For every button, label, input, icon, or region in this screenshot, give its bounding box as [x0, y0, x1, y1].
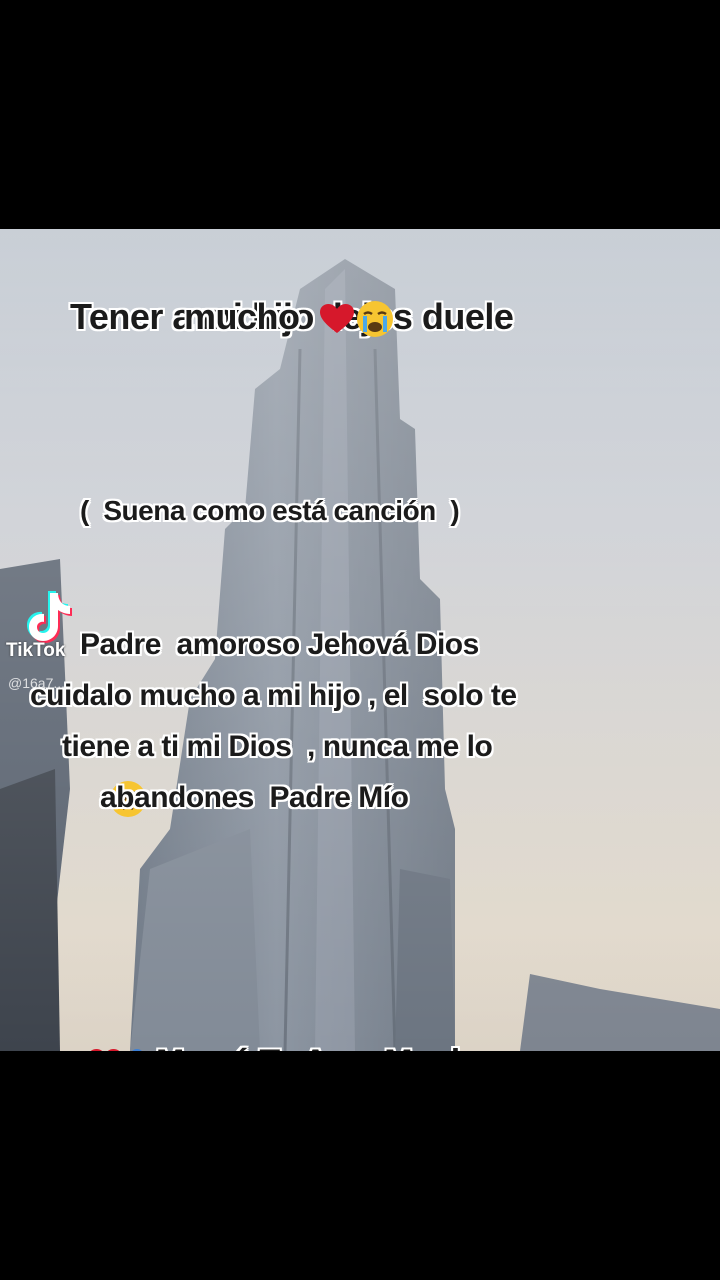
- prayer-line-1: Padre amoroso Jehová Dios: [80, 628, 479, 661]
- crying-face-icon: [356, 301, 393, 338]
- prayer-line-4-text: abandones Padre Mío: [100, 781, 409, 814]
- caption-song-note: ( Suena como está canción ): [0, 451, 720, 571]
- prayer-line-3: tiene a ti mi Dios , nunca me lo: [62, 730, 493, 763]
- caption-closing: Mamá Te Ama Mucho: [0, 987, 720, 1051]
- red-heart-icon: [319, 304, 354, 334]
- video-frame: TikTok @16a7... Tener a mi hijo lejos du…: [0, 229, 720, 1051]
- caption-title-line2-text: mucho: [184, 296, 300, 337]
- caption-title-line2: mucho: [184, 289, 395, 345]
- song-note-text: ( Suena como está canción ): [80, 495, 460, 526]
- caption-prayer: Padre amoroso Jehová Dios cuidalo mucho …: [0, 619, 720, 925]
- closing-line: Mamá Te Ama Mucho: [78, 1037, 492, 1051]
- caption-title: Tener a mi hijo lejos duele mucho: [0, 233, 720, 457]
- red-heart-icon: [90, 1049, 120, 1051]
- prayer-line-2: cuidalo mucho a mi hijo , el solo te: [30, 679, 517, 712]
- prayer-line-4: abandones Padre Mío: [100, 772, 409, 823]
- closing-text: Mamá Te Ama Mucho: [156, 1037, 492, 1051]
